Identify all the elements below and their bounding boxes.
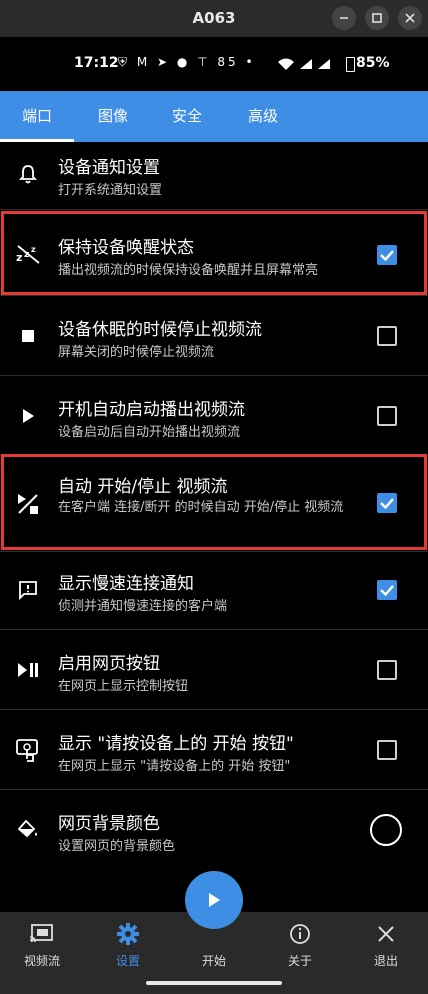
setting-title: 设备休眠的时候停止视频流 (58, 320, 262, 340)
maximize-button[interactable] (365, 6, 389, 30)
status-icons: ⛨ M ➤ ● ⊤ 85 • (118, 55, 256, 69)
highlight-box-keep-awake (1, 211, 427, 295)
cast-icon (7, 922, 77, 946)
stop-icon (14, 322, 42, 350)
tab-advanced[interactable]: 高级 (226, 91, 300, 142)
close-icon (405, 13, 415, 23)
check-icon (380, 585, 394, 597)
info-icon (265, 922, 335, 946)
battery-icon (346, 57, 355, 72)
setting-title: 显示 "请按设备上的 开始 按钮" (58, 734, 294, 754)
setting-notifications[interactable]: 设备通知设置 打开系统通知设置 (0, 142, 428, 210)
tab-port[interactable]: 端口 (0, 91, 74, 142)
nav-start[interactable]: 开始 (179, 952, 249, 969)
setting-subtitle: 设置网页的背景颜色 (58, 839, 176, 854)
window-titlebar: A063 (0, 0, 428, 37)
setting-subtitle: 打开系统通知设置 (58, 183, 163, 198)
close-window-button[interactable] (398, 6, 422, 30)
play-pause-icon (14, 656, 42, 684)
slow-connection-checkbox[interactable] (377, 580, 397, 600)
setting-subtitle: 在网页上显示控制按钮 (58, 679, 189, 694)
setting-title: 开机自动启动播出视频流 (58, 400, 245, 420)
play-icon (209, 893, 220, 907)
autostart-checkbox[interactable] (377, 406, 397, 426)
setting-autostart-on-boot[interactable]: 开机自动启动播出视频流 设备启动后自动开始播出视频流 (0, 376, 428, 456)
nav-label: 退出 (373, 954, 398, 968)
window-title: A063 (192, 9, 236, 27)
setting-web-buttons[interactable]: 启用网页按钮 在网页上显示控制按钮 (0, 630, 428, 710)
setting-slow-connection-notify[interactable]: 显示慢速连接通知 侦测并通知慢速连接的客户端 (0, 552, 428, 630)
setting-show-press-start[interactable]: 显示 "请按设备上的 开始 按钮" 在网页上显示 "请按设备上的 开始 按钮" (0, 710, 428, 790)
setting-subtitle: 屏幕关闭的时候停止视频流 (58, 345, 215, 360)
nav-label: 视频流 (23, 954, 60, 968)
gesture-home-bar[interactable] (146, 981, 282, 985)
status-time: 17:12 (74, 55, 119, 71)
setting-stop-on-sleep[interactable]: 设备休眠的时候停止视频流 屏幕关闭的时候停止视频流 (0, 296, 428, 376)
square-icon (372, 13, 382, 23)
tab-bar: 端口 图像 安全 高级 (0, 91, 428, 142)
nav-label: 设置 (115, 954, 140, 968)
nav-exit[interactable]: 退出 (351, 922, 421, 969)
play-icon (14, 402, 42, 430)
gear-icon (93, 922, 163, 946)
web-buttons-checkbox[interactable] (377, 660, 397, 680)
minimize-button[interactable] (332, 6, 356, 30)
alert-message-icon (14, 576, 42, 604)
setting-subtitle: 在网页上显示 "请按设备上的 开始 按钮" (58, 759, 291, 774)
nav-label: 开始 (201, 954, 226, 968)
background-color-swatch[interactable] (370, 814, 402, 846)
setting-title: 设备通知设置 (58, 158, 160, 178)
close-icon (351, 922, 421, 946)
setting-title: 网页背景颜色 (58, 814, 160, 834)
signal-icons (278, 58, 330, 70)
bell-icon (14, 160, 42, 188)
start-fab-button[interactable] (185, 871, 243, 929)
tab-image[interactable]: 图像 (76, 91, 150, 142)
nav-label: 关于 (287, 954, 312, 968)
setting-subtitle: 侦测并通知慢速连接的客户端 (58, 599, 228, 614)
stop-on-sleep-checkbox[interactable] (377, 326, 397, 346)
paint-bucket-icon (14, 816, 42, 844)
setting-web-background-color[interactable]: 网页背景颜色 设置网页的背景颜色 (0, 790, 428, 870)
setting-title: 启用网页按钮 (58, 654, 160, 674)
nav-about[interactable]: 关于 (265, 922, 335, 969)
minus-icon (340, 17, 348, 19)
touch-screen-icon (14, 736, 42, 764)
press-start-checkbox[interactable] (377, 740, 397, 760)
status-bar: 17:12 ⛨ M ➤ ● ⊤ 85 • 85% (0, 37, 428, 91)
tab-security[interactable]: 安全 (150, 91, 224, 142)
setting-subtitle: 设备启动后自动开始播出视频流 (58, 425, 241, 440)
nav-stream[interactable]: 视频流 (7, 922, 77, 969)
battery-level: 85% (356, 55, 390, 71)
highlight-box-auto-start-stop (1, 454, 427, 550)
setting-title: 显示慢速连接通知 (58, 574, 194, 594)
nav-settings[interactable]: 设置 (93, 922, 163, 969)
